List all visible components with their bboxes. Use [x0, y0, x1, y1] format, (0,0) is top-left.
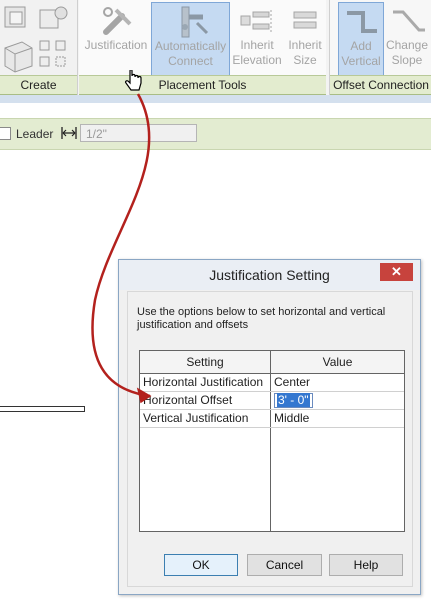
row-setting: Horizontal Justification [140, 374, 271, 391]
inherit-elevation-label-2: Elevation [232, 53, 282, 67]
inherit-elevation-label-1: Inherit [240, 38, 274, 52]
inherit-size-icon [285, 2, 325, 38]
justification-button[interactable]: Justification [82, 2, 150, 74]
change-slope-icon [385, 2, 429, 38]
ribbon-divider [0, 103, 431, 113]
add-vertical-icon [339, 3, 383, 39]
help-button[interactable]: Help [329, 554, 403, 576]
family-icon[interactable] [2, 4, 32, 35]
close-icon: ✕ [391, 264, 402, 279]
grid-row[interactable]: Horizontal Offset 3' - 0" [140, 392, 404, 410]
hand-cursor-icon [124, 68, 144, 97]
inherit-size-label-2: Size [293, 53, 317, 67]
add-vertical-label-1: Add [350, 39, 372, 53]
grid-row[interactable]: Vertical Justification Middle [140, 410, 404, 428]
close-button[interactable]: ✕ [380, 263, 413, 281]
automatically-connect-label-1: Automatically [154, 39, 227, 53]
placement-tools-panel: Justification Automatically Connect Inhe… [79, 0, 326, 95]
settings-grid: Setting Value Horizontal Justification C… [139, 350, 405, 532]
pipe-element [0, 406, 85, 412]
automatically-connect-label-2: Connect [168, 54, 213, 68]
ok-button[interactable]: OK [164, 554, 238, 576]
grid-header: Setting Value [140, 351, 404, 374]
row-value[interactable]: 3' - 0" [271, 392, 404, 409]
automatically-connect-button[interactable]: Automatically Connect [151, 2, 230, 76]
change-slope-button[interactable]: Change Slope [385, 2, 429, 74]
grid-row[interactable]: Horizontal Justification Center [140, 374, 404, 392]
dimension-icon [60, 126, 78, 143]
row-value[interactable]: Center [271, 374, 404, 391]
create-panel: Create [0, 0, 78, 95]
dialog-title: Justification Setting [209, 267, 330, 283]
justification-setting-dialog: Justification Setting ✕ Use the options … [118, 259, 421, 595]
row-setting: Horizontal Offset [140, 392, 271, 409]
header-setting[interactable]: Setting [140, 351, 271, 373]
justification-label: Justification [84, 38, 148, 52]
justification-icon [82, 2, 150, 38]
leader-checkbox[interactable] [0, 127, 11, 140]
dialog-instructions: Use the options below to set horizontal … [137, 306, 386, 331]
row-setting: Vertical Justification [140, 410, 271, 427]
inherit-size-button[interactable]: Inherit Size [285, 2, 325, 74]
change-slope-label-2: Slope [391, 53, 423, 67]
row-value[interactable]: Middle [271, 410, 404, 427]
leader-length-input[interactable]: 1/2" [80, 124, 197, 142]
dialog-titlebar: Justification Setting ✕ [119, 260, 420, 290]
ribbon: Create Justification Automatically Conne… [0, 0, 431, 95]
panel-title-offset-connections: Offset Connection [330, 75, 431, 95]
pattern-icon[interactable] [38, 38, 70, 75]
inherit-elevation-icon [230, 2, 284, 38]
inherit-size-label-1: Inherit [288, 38, 322, 52]
dialog-body: Use the options below to set horizontal … [127, 291, 413, 587]
selected-text: 3' - 0" [277, 393, 310, 407]
offset-connections-panel: Add Vertical Change Slope Offset Connect… [329, 0, 431, 95]
walls-icon[interactable] [2, 38, 34, 77]
leader-label: Leader [16, 127, 54, 141]
header-value[interactable]: Value [271, 351, 404, 373]
connect-icon [152, 3, 229, 39]
inherit-elevation-button[interactable]: Inherit Elevation [230, 2, 284, 74]
horizontal-offset-input[interactable]: 3' - 0" [274, 393, 313, 408]
change-slope-label-1: Change [385, 38, 429, 52]
cancel-button[interactable]: Cancel [247, 554, 322, 576]
component-icon[interactable] [38, 4, 70, 35]
panel-title-placement-tools: Placement Tools [79, 75, 326, 95]
view-tab-strip [0, 95, 431, 103]
options-bar: Leader 1/2" [0, 118, 431, 150]
add-vertical-label-2: Vertical [341, 54, 381, 68]
panel-title-create: Create [0, 75, 77, 95]
add-vertical-button[interactable]: Add Vertical [338, 2, 384, 76]
